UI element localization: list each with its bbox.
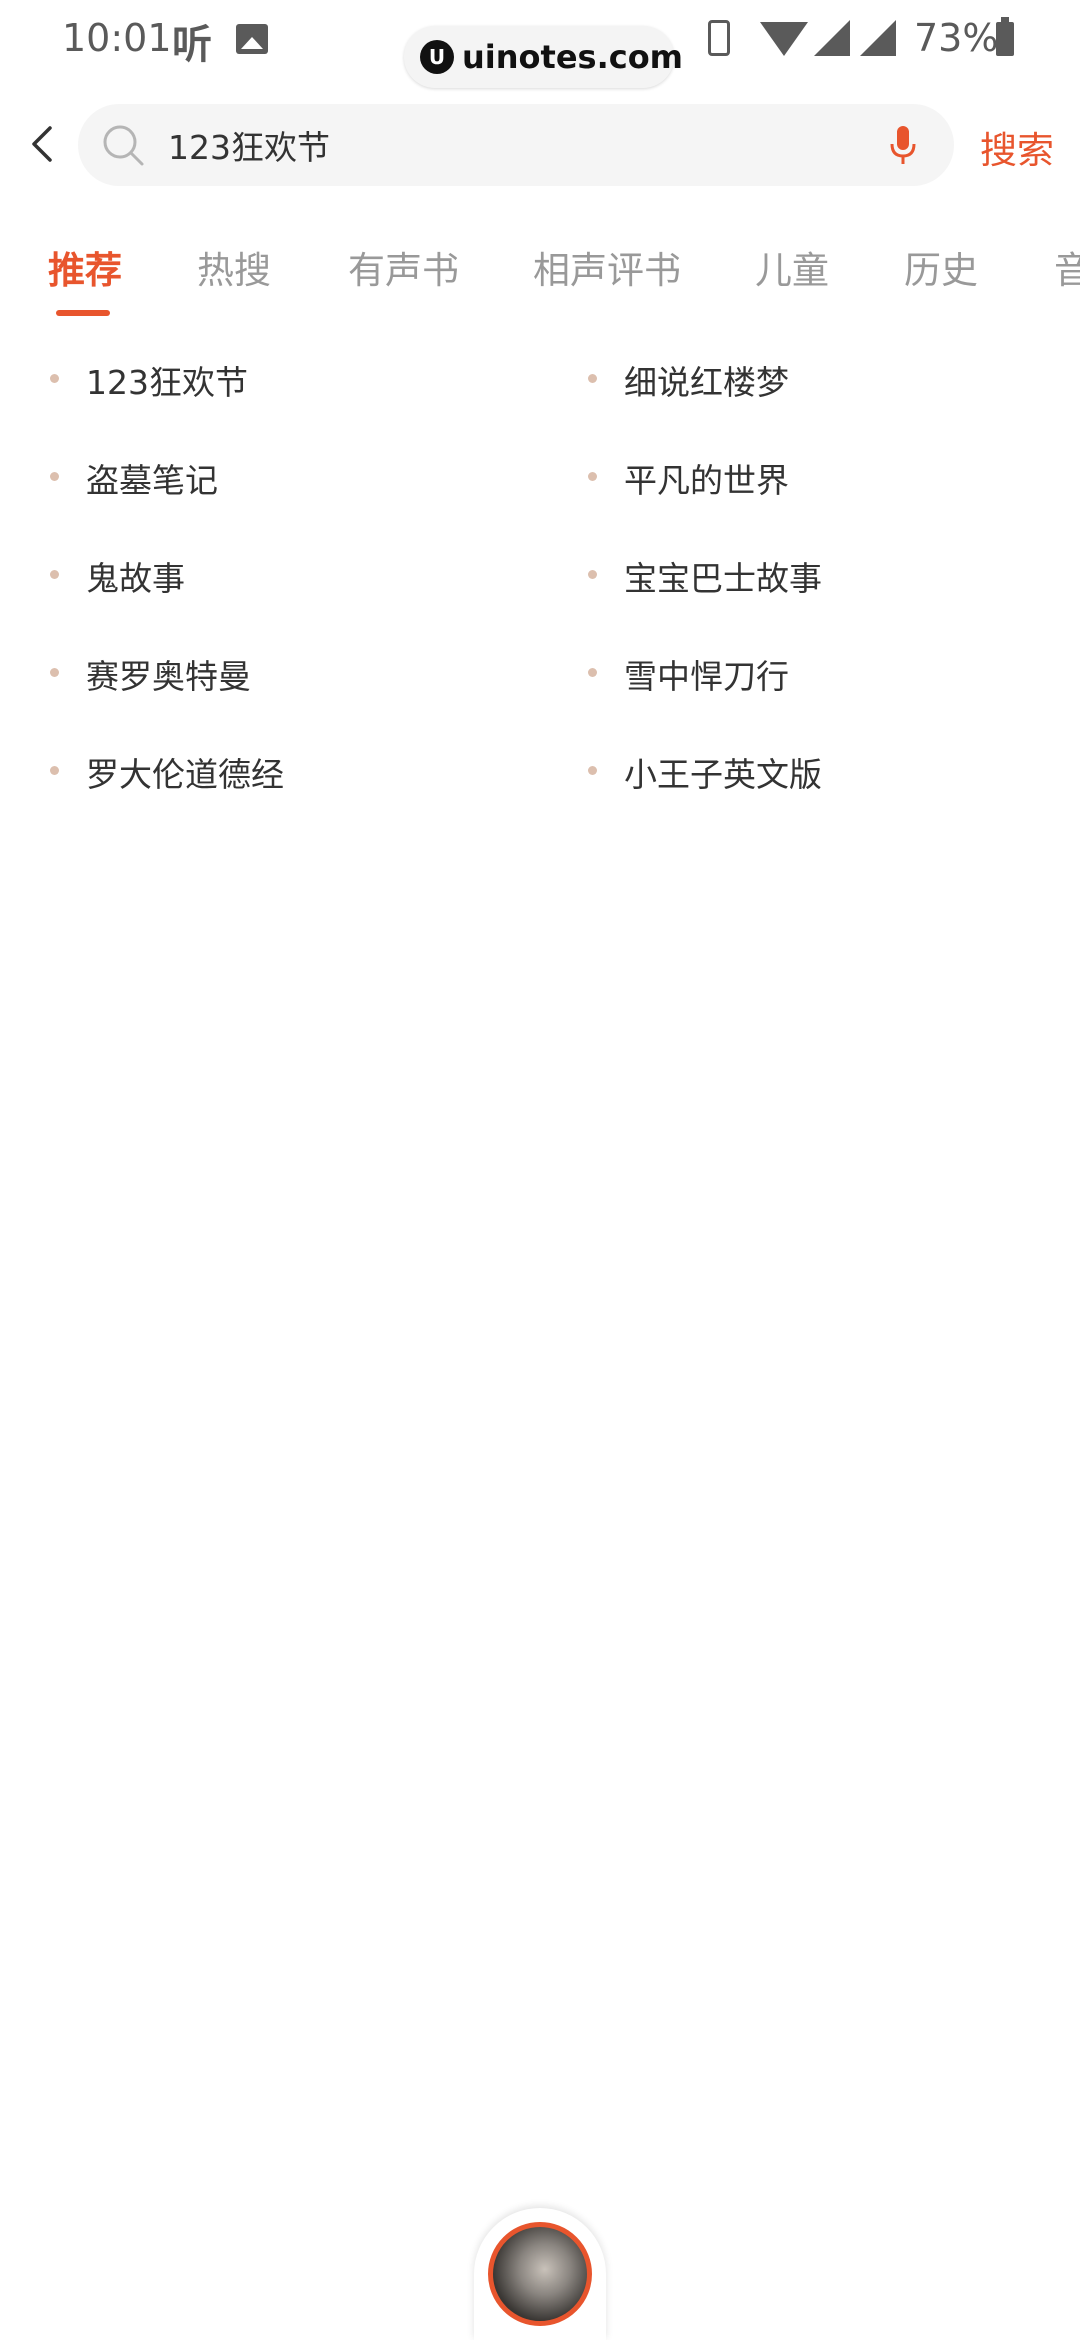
active-tab-indicator xyxy=(56,310,110,316)
tab-crosstalk-storytelling[interactable]: 相声评书 xyxy=(533,240,681,294)
bullet-dot xyxy=(588,570,597,579)
signal-icon-2 xyxy=(860,20,896,56)
tab-hot-search[interactable]: 热搜 xyxy=(197,240,271,294)
suggestion-item[interactable]: 细说红楼梦 xyxy=(624,356,789,404)
bullet-dot xyxy=(50,766,59,775)
category-tabs: 推荐 热搜 有声书 相声评书 儿童 历史 音 xyxy=(0,232,1080,322)
bullet-dot xyxy=(588,668,597,677)
signal-icon xyxy=(814,20,850,56)
microphone-icon[interactable] xyxy=(890,124,916,168)
player-cover-disc[interactable] xyxy=(488,2222,592,2326)
vibrate-icon xyxy=(708,20,730,56)
tab-music[interactable]: 音 xyxy=(1054,240,1080,294)
suggestion-item[interactable]: 小王子英文版 xyxy=(624,748,822,796)
bullet-dot xyxy=(588,766,597,775)
bullet-dot xyxy=(588,374,597,383)
bullet-dot xyxy=(50,374,59,383)
watermark-logo-icon: U xyxy=(420,40,454,74)
tab-children[interactable]: 儿童 xyxy=(755,240,829,294)
suggestion-item[interactable]: 雪中悍刀行 xyxy=(624,650,789,698)
bullet-dot xyxy=(50,668,59,677)
suggestion-item[interactable]: 罗大伦道德经 xyxy=(86,748,284,796)
bullet-dot xyxy=(588,472,597,481)
search-bar[interactable] xyxy=(78,104,954,186)
battery-icon xyxy=(996,17,1014,56)
app-notification-icon: 听 xyxy=(172,22,212,68)
back-arrow-icon[interactable] xyxy=(24,124,64,164)
suggestion-item[interactable]: 鬼故事 xyxy=(86,552,185,600)
search-icon xyxy=(103,125,144,166)
status-bar: 10:01 听 U uinotes.com 73% xyxy=(0,0,1080,88)
search-input[interactable] xyxy=(168,104,848,186)
tab-audiobooks[interactable]: 有声书 xyxy=(348,240,459,294)
watermark-badge: U uinotes.com xyxy=(404,26,683,88)
suggestion-item[interactable]: 宝宝巴士故事 xyxy=(624,552,822,600)
status-time: 10:01 xyxy=(62,16,172,60)
suggestion-item[interactable]: 平凡的世界 xyxy=(624,454,789,502)
bullet-dot xyxy=(50,472,59,481)
watermark-text: uinotes.com xyxy=(462,38,684,76)
bullet-dot xyxy=(50,570,59,579)
suggestion-item[interactable]: 123狂欢节 xyxy=(86,356,248,404)
tab-history[interactable]: 历史 xyxy=(904,240,978,294)
wifi-icon xyxy=(760,22,808,56)
search-button[interactable]: 搜索 xyxy=(980,120,1054,174)
image-notification-icon xyxy=(236,24,268,54)
tab-recommend[interactable]: 推荐 xyxy=(48,240,122,294)
suggestion-item[interactable]: 赛罗奥特曼 xyxy=(86,650,251,698)
suggestion-item[interactable]: 盗墓笔记 xyxy=(86,454,218,502)
battery-percent: 73% xyxy=(914,16,999,60)
